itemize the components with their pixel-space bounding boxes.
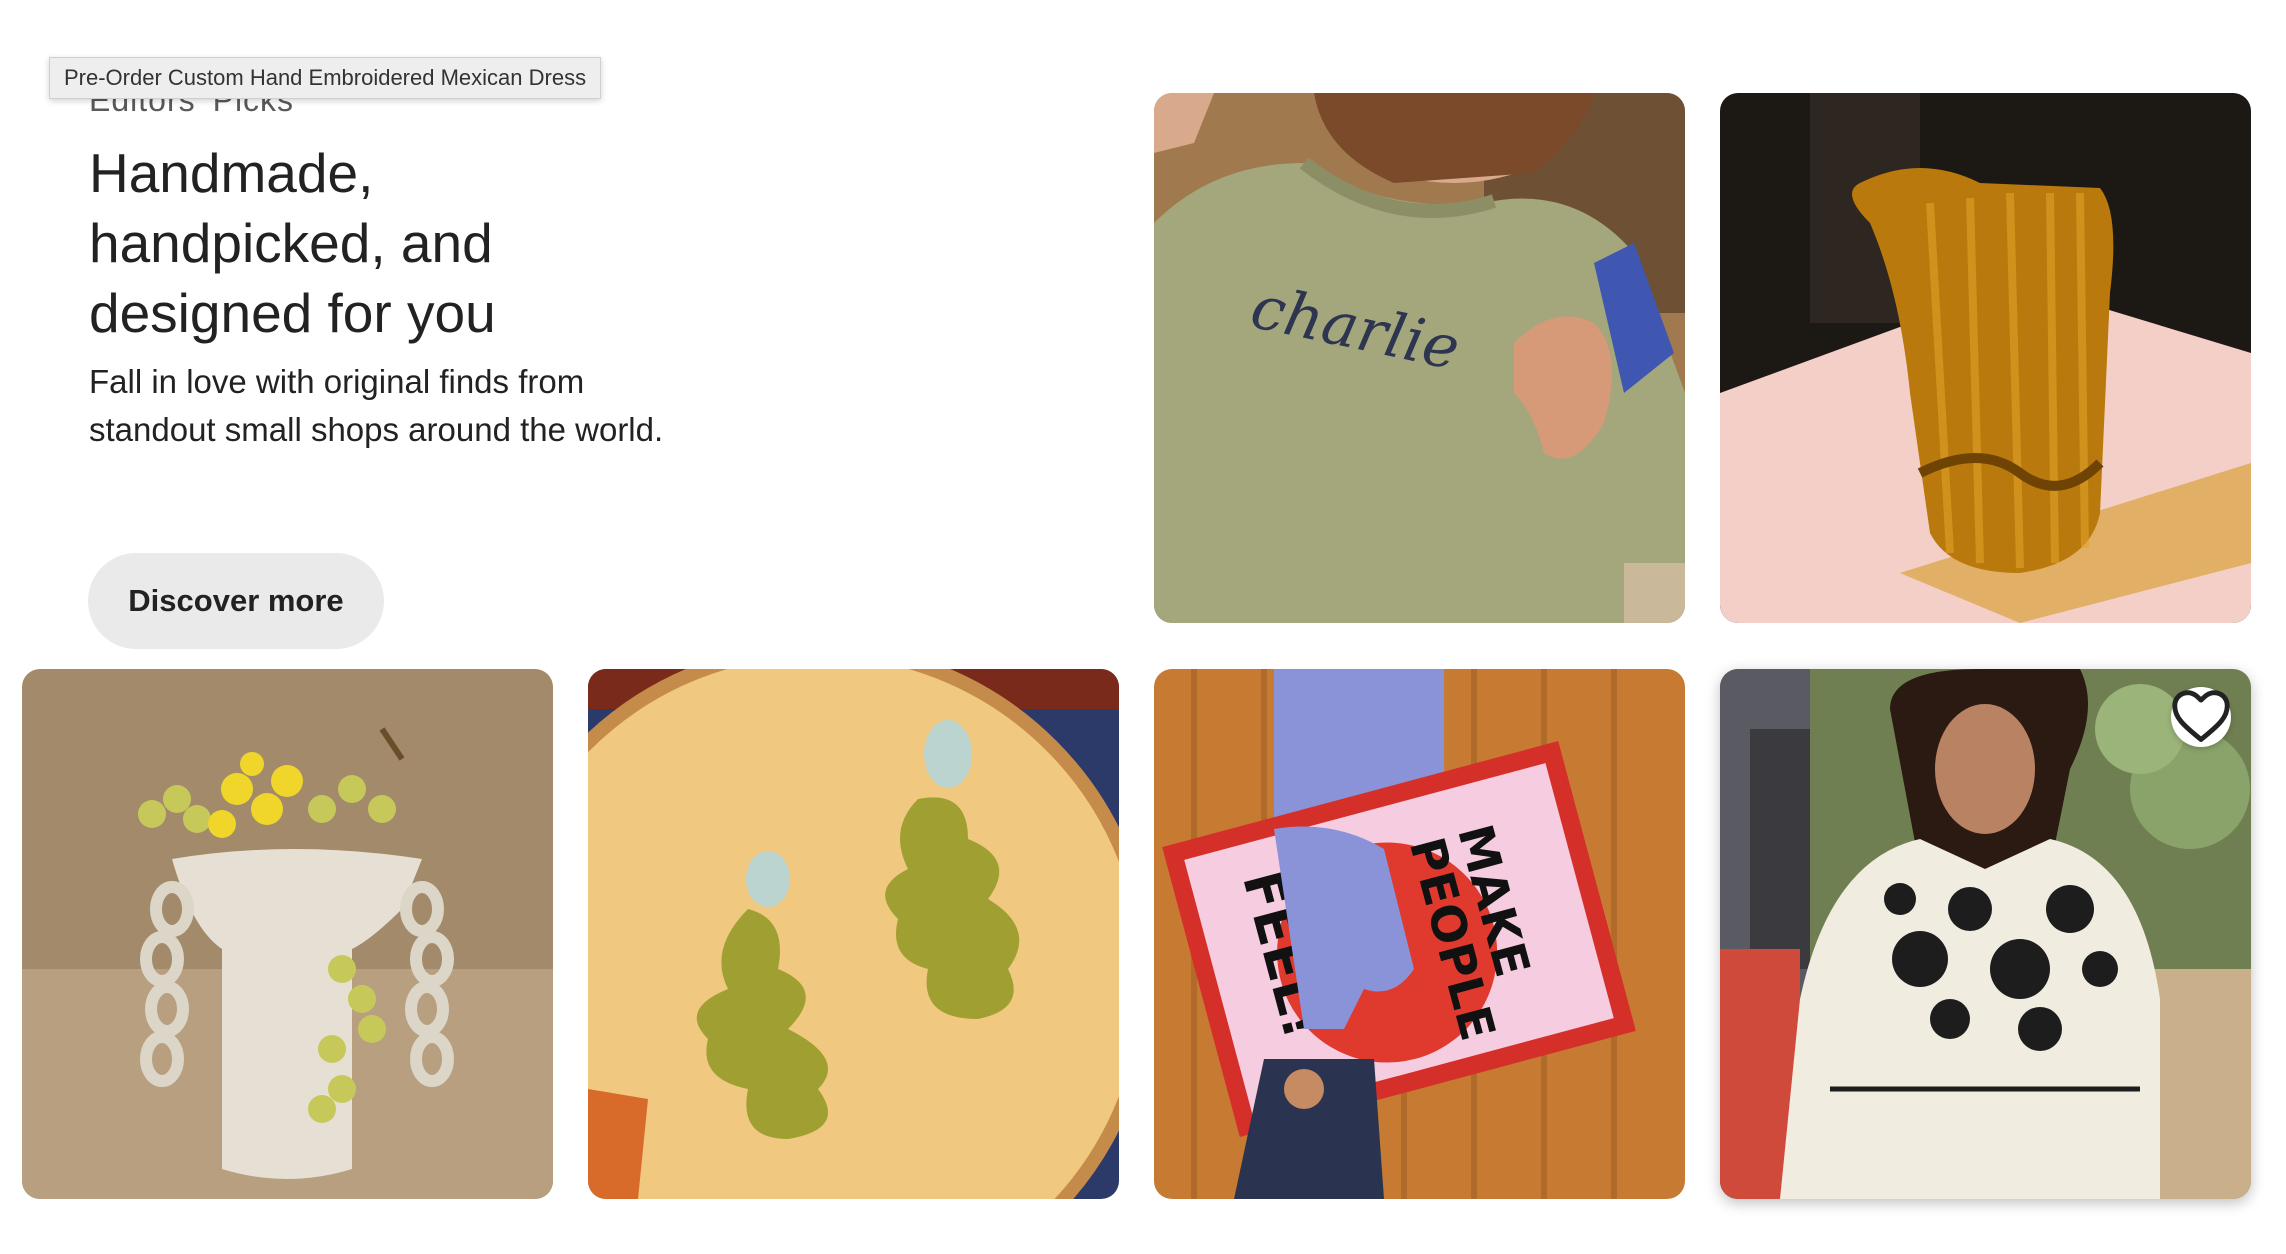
product-tile-poster[interactable]: MAKE PEOPLE FEEL! — [1154, 669, 1685, 1199]
favorite-button[interactable] — [2171, 687, 2231, 747]
product-tile-earrings[interactable] — [588, 669, 1119, 1199]
tooltip: Pre-Order Custom Hand Embroidered Mexica… — [49, 57, 602, 99]
embroidered-dress-image — [1720, 669, 2251, 1199]
clay-earrings-image — [588, 669, 1119, 1199]
product-tile-vase[interactable] — [22, 669, 553, 1199]
product-tile-dress[interactable] — [1720, 669, 2251, 1199]
section-subtext: Fall in love with original finds from st… — [89, 363, 664, 448]
heart-icon — [2172, 690, 2230, 742]
amber-pitcher-image — [1720, 93, 2251, 623]
discover-more-button[interactable]: Discover more — [88, 553, 384, 649]
product-tile-pitcher[interactable] — [1720, 93, 2251, 623]
sweatshirt-image: charlie — [1154, 93, 1685, 623]
make-people-feel-poster-image: MAKE PEOPLE FEEL! — [1154, 669, 1685, 1199]
ceramic-vase-image — [22, 669, 553, 1199]
product-tile-sweatshirt[interactable]: charlie — [1154, 93, 1685, 623]
section-headline: Handmade, handpicked, and designed for y… — [89, 142, 496, 344]
